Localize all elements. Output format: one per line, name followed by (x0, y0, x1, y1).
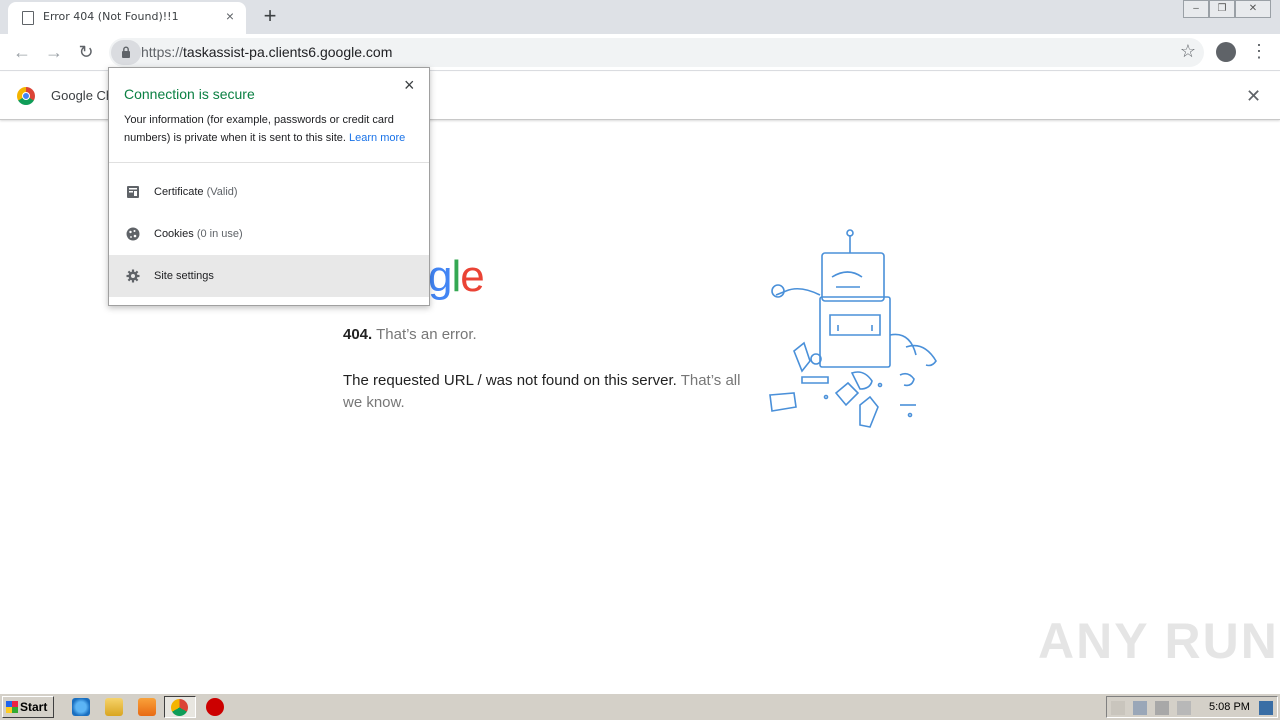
browser-menu-button[interactable]: ⋮ (1250, 40, 1268, 64)
error-code: 404. (343, 326, 373, 343)
infobar-close-button[interactable]: ✕ (1246, 86, 1261, 107)
start-button[interactable]: Start (2, 696, 54, 718)
chrome-taskbar-button[interactable] (164, 696, 196, 718)
anyrun-watermark: ANY RUN (1038, 613, 1279, 669)
url-host: taskassist-pa.clients6.google.com (183, 44, 393, 60)
action-center-flag-icon[interactable] (1177, 701, 1191, 715)
certificate-status: (Valid) (206, 186, 238, 198)
error-heading: 404. That’s an error. (343, 326, 477, 343)
site-settings-label: Site settings (154, 270, 214, 282)
bookmark-star-icon[interactable]: ☆ (1180, 41, 1196, 62)
lock-icon (122, 46, 130, 58)
document-icon (22, 11, 34, 25)
infobar-text: Google Ch (51, 88, 114, 103)
learn-more-link[interactable]: Learn more (349, 132, 405, 144)
url-text[interactable]: https://taskassist-pa.clients6.google.co… (141, 44, 392, 60)
show-desktop-icon[interactable] (1259, 701, 1273, 715)
popup-title: Connection is secure (124, 86, 255, 102)
certificate-icon (127, 186, 139, 198)
error-message: The requested URL / was not found on thi… (343, 370, 743, 414)
media-player-icon[interactable] (138, 698, 156, 716)
restore-button[interactable]: ❐ (1209, 0, 1235, 18)
reload-button[interactable]: ↻ (74, 41, 98, 65)
site-info-popup: Connection is secure × Your information … (108, 67, 430, 306)
logo-letter-e: e (460, 252, 485, 301)
account-avatar-icon[interactable] (1216, 42, 1236, 62)
tab-close-button[interactable]: × (222, 8, 238, 24)
chrome-logo-icon (17, 87, 35, 105)
certificate-row[interactable]: Certificate (Valid) (109, 171, 429, 213)
windows-taskbar: Start 5:08 PM (0, 693, 1280, 720)
tab-title: Error 404 (Not Found)!!1 (43, 10, 179, 23)
back-button[interactable]: ← (10, 41, 34, 65)
forward-button[interactable]: → (42, 41, 66, 65)
address-bar[interactable]: https://taskassist-pa.clients6.google.co… (109, 38, 1204, 67)
google-logo[interactable]: gle (428, 252, 485, 302)
folder-icon[interactable] (105, 698, 123, 716)
network-icon[interactable] (1133, 701, 1147, 715)
popup-close-button[interactable]: × (404, 75, 415, 96)
new-tab-button[interactable]: + (258, 5, 282, 29)
cookies-label: Cookies (0 in use) (154, 228, 243, 240)
browser-toolbar: ← → ↻ https://taskassist-pa.clients6.goo… (0, 34, 1280, 71)
error-text: That’s an error. (376, 326, 477, 343)
site-info-button[interactable] (111, 40, 141, 65)
windows-flag-icon (6, 701, 18, 713)
cookies-label-text: Cookies (154, 228, 194, 240)
certificate-label: Certificate (Valid) (154, 186, 238, 198)
chrome-icon (171, 699, 188, 716)
browser-tab[interactable]: Error 404 (Not Found)!!1 × (8, 2, 246, 34)
certificate-label-text: Certificate (154, 186, 204, 198)
popup-body: Your information (for example, passwords… (124, 111, 419, 147)
logo-letter-g: g (428, 252, 453, 301)
tab-strip: Error 404 (Not Found)!!1 × + – ❐ ✕ (0, 0, 1280, 34)
minimize-button[interactable]: – (1183, 0, 1209, 18)
taskbar-clock[interactable]: 5:08 PM (1209, 701, 1250, 713)
gear-icon (126, 269, 140, 283)
site-settings-row[interactable]: Site settings (109, 255, 429, 297)
logo-letter-l: l (451, 252, 461, 301)
cookie-icon (126, 227, 140, 241)
internet-explorer-icon[interactable] (72, 698, 90, 716)
popup-divider (109, 162, 429, 163)
start-label: Start (20, 700, 48, 714)
url-scheme: https:// (141, 44, 184, 60)
cookies-count: (0 in use) (196, 228, 243, 240)
show-hidden-icons-icon[interactable] (1111, 701, 1125, 715)
volume-icon[interactable] (1155, 701, 1169, 715)
close-window-button[interactable]: ✕ (1235, 0, 1271, 18)
broken-robot-illustration (769, 229, 937, 428)
message-text: The requested URL / was not found on thi… (343, 372, 677, 389)
cookies-row[interactable]: Cookies (0 in use) (109, 213, 429, 255)
system-tray: 5:08 PM (1106, 696, 1278, 718)
opera-icon[interactable] (206, 698, 224, 716)
